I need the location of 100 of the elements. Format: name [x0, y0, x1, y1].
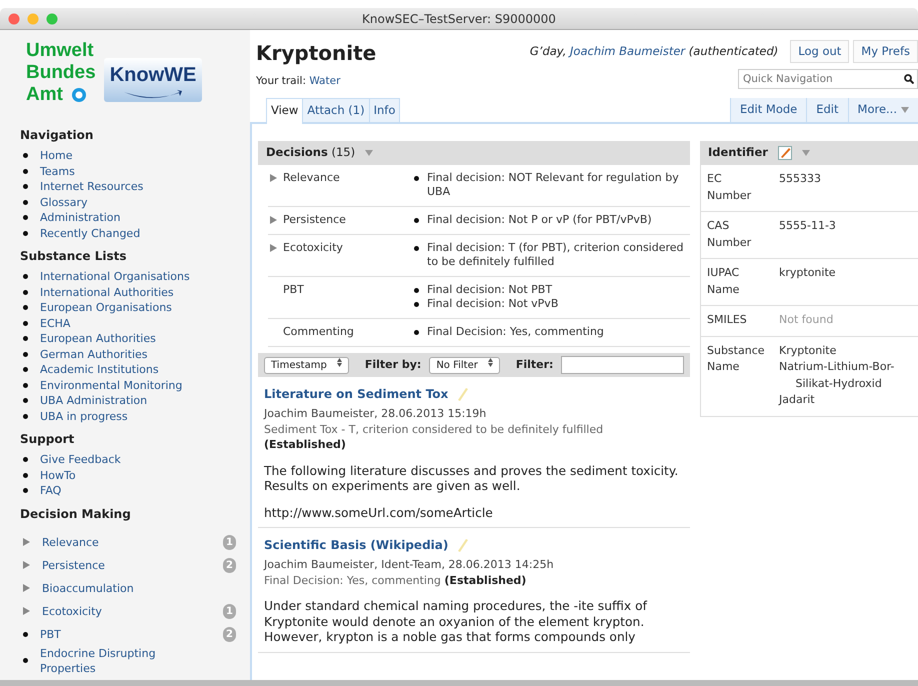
action-button[interactable]: Edit: [806, 98, 848, 122]
section-heading: Support: [20, 431, 76, 448]
count-badge: 1: [223, 534, 236, 550]
section-heading: Substance Lists: [20, 248, 128, 265]
tab[interactable]: Attach (1): [302, 98, 370, 122]
sidebar-link[interactable]: Recently Changed: [40, 226, 140, 241]
sidebar-link[interactable]: Administration: [40, 210, 120, 226]
sidebar-link[interactable]: Teams: [40, 164, 75, 179]
pencil-icon: [456, 538, 468, 552]
sidebar-link[interactable]: Endocrine Disrupting Properties: [40, 646, 180, 676]
sidebar-link[interactable]: UBA Administration: [40, 393, 148, 408]
bullet-icon: [23, 184, 28, 190]
sidebar-link[interactable]: German Authorities: [40, 346, 148, 362]
sidebar-link[interactable]: Relevance: [42, 534, 99, 550]
sidebar-link[interactable]: European Authorities: [40, 331, 156, 346]
action-button[interactable]: Edit Mode: [730, 98, 806, 122]
section-heading: Decision Making: [20, 506, 132, 522]
sidebar-link[interactable]: ECHA: [40, 316, 70, 331]
trail-label: Your trail:: [256, 75, 306, 87]
bullet-icon: [23, 352, 28, 357]
caret-icon: [901, 106, 909, 113]
bullet-icon: [23, 153, 28, 158]
property-label: CAS Number: [707, 218, 752, 250]
entry-title[interactable]: Literature on Sediment Tox: [264, 385, 448, 403]
count-badge: 2: [223, 558, 236, 572]
select-field[interactable]: No Filter: [429, 356, 500, 374]
bullet-icon: [414, 218, 419, 223]
window-control-icon: [27, 13, 39, 25]
select-field[interactable]: Timestamp: [264, 356, 349, 374]
filter-field[interactable]: [561, 356, 684, 374]
bullet-icon: [23, 168, 28, 174]
logo-text: Umwelt: [26, 40, 95, 62]
section-heading: Navigation: [20, 127, 94, 144]
sidebar-link[interactable]: FAQ: [40, 483, 62, 498]
sidebar-link[interactable]: UBA in progress: [40, 408, 128, 424]
bullet-icon: [23, 320, 28, 326]
caret-icon: [802, 150, 810, 156]
property-value: 5555-11-3: [779, 218, 836, 234]
property-label: IUPAC Name: [707, 265, 740, 298]
bullet-icon: [23, 382, 28, 388]
expand-icon: [23, 538, 30, 546]
body-text: http://www.someUrl.com/someArticle: [264, 506, 494, 521]
bullet-icon: [414, 302, 419, 307]
greeting-text: G’day, Joachim Baumeister (authenticated): [530, 43, 778, 60]
bullet-icon: [23, 215, 28, 220]
decision-text: Final decision: Not vPvB: [427, 297, 558, 311]
expand-icon: [270, 174, 277, 182]
sidebar-link[interactable]: Ecotoxicity: [42, 604, 102, 618]
property-value: Natrium-Lithium-Bor-Silikat-Hydroxid: [779, 359, 896, 392]
sidebar-link[interactable]: HowTo: [40, 468, 76, 483]
sidebar-link[interactable]: Internet Resources: [40, 179, 144, 194]
header-button[interactable]: Log out: [790, 40, 850, 64]
bullet-icon: [23, 472, 28, 478]
bullet-icon: [23, 632, 28, 636]
sidebar-link[interactable]: Glossary: [40, 194, 88, 210]
sidebar-link[interactable]: European Organisations: [40, 300, 172, 316]
property-value: kryptonite: [779, 265, 836, 281]
panel-title: Identifier: [708, 144, 768, 162]
sidebar-link[interactable]: International Organisations: [40, 269, 190, 284]
body-text: Results on experiments are given as well.: [264, 479, 522, 494]
search-icon: [904, 74, 914, 84]
sidebar-link[interactable]: PBT: [40, 626, 61, 642]
bullet-icon: [414, 176, 419, 181]
tab[interactable]: View: [266, 98, 304, 124]
entry-summary: Sediment Tox - T, criterion considered to be definitely fulfilled (Established): [264, 422, 604, 452]
bullet-icon: [414, 246, 419, 251]
expand-icon: [23, 561, 30, 569]
bullet-icon: [23, 230, 28, 236]
sidebar-link[interactable]: Persistence: [42, 558, 105, 572]
decision-label: Commenting: [283, 325, 354, 339]
entry-title[interactable]: Scientific Basis (Wikipedia): [264, 536, 448, 554]
decision-label[interactable]: Persistence: [268, 213, 346, 227]
trail-link[interactable]: Water: [309, 75, 340, 87]
header-button[interactable]: My Prefs: [853, 40, 918, 64]
decision-label[interactable]: Relevance: [268, 171, 340, 185]
entry-byline: Joachim Baumeister, 28.06.2013 15:19h: [264, 406, 488, 422]
search-field[interactable]: Quick Navigation: [738, 69, 918, 90]
bullet-icon: [23, 336, 28, 342]
expand-icon: [23, 584, 30, 592]
user-link[interactable]: Joachim Baumeister: [570, 44, 686, 58]
bullet-icon: [414, 330, 419, 335]
action-button[interactable]: More...: [848, 98, 918, 122]
property-label: Substance Name: [707, 342, 765, 375]
sidebar-link[interactable]: Academic Institutions: [40, 362, 159, 378]
tab[interactable]: Info: [368, 98, 400, 122]
decision-text: Final decision: Not PBT: [427, 283, 552, 297]
sidebar-link[interactable]: Bioaccumulation: [42, 580, 134, 596]
property-value: Not found: [779, 312, 834, 328]
sidebar-link[interactable]: Give Feedback: [40, 452, 121, 468]
sidebar-link[interactable]: Home: [40, 148, 72, 164]
bullet-icon: [23, 457, 28, 462]
decision-label[interactable]: Ecotoxicity: [268, 241, 343, 255]
decision-text: Final decision: T (for PBT), criterion considered to be definitely fulfilled: [427, 241, 685, 269]
entry-byline: Joachim Baumeister, Ident-Team, 28.06.2013 14:25h: [264, 557, 555, 572]
sidebar-link[interactable]: International Authorities: [40, 284, 174, 300]
sidebar-link[interactable]: Environmental Monitoring: [40, 378, 182, 393]
expand-icon: [270, 216, 277, 224]
panel-title: Decisions (15): [266, 144, 356, 162]
expand-icon: [270, 244, 277, 252]
caret-icon: [365, 150, 374, 156]
